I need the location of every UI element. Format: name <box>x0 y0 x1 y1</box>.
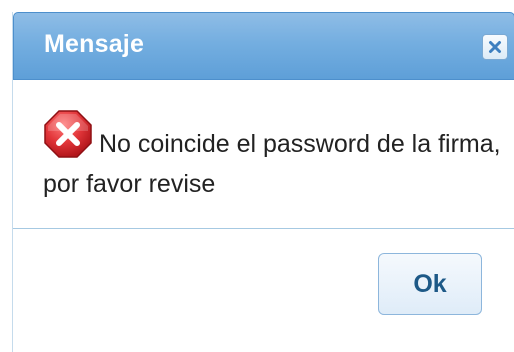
dialog-footer: Ok <box>13 229 514 352</box>
message-dialog: Mensaje No coincide el password de la fi… <box>12 12 514 352</box>
close-icon <box>488 40 502 54</box>
dialog-content: No coincide el password de la firma, por… <box>13 80 514 228</box>
close-button[interactable] <box>482 34 508 60</box>
dialog-titlebar[interactable]: Mensaje <box>13 12 514 80</box>
dialog-message: No coincide el password de la firma, por… <box>43 130 501 198</box>
dialog-title: Mensaje <box>44 30 145 58</box>
ok-button[interactable]: Ok <box>378 253 482 315</box>
